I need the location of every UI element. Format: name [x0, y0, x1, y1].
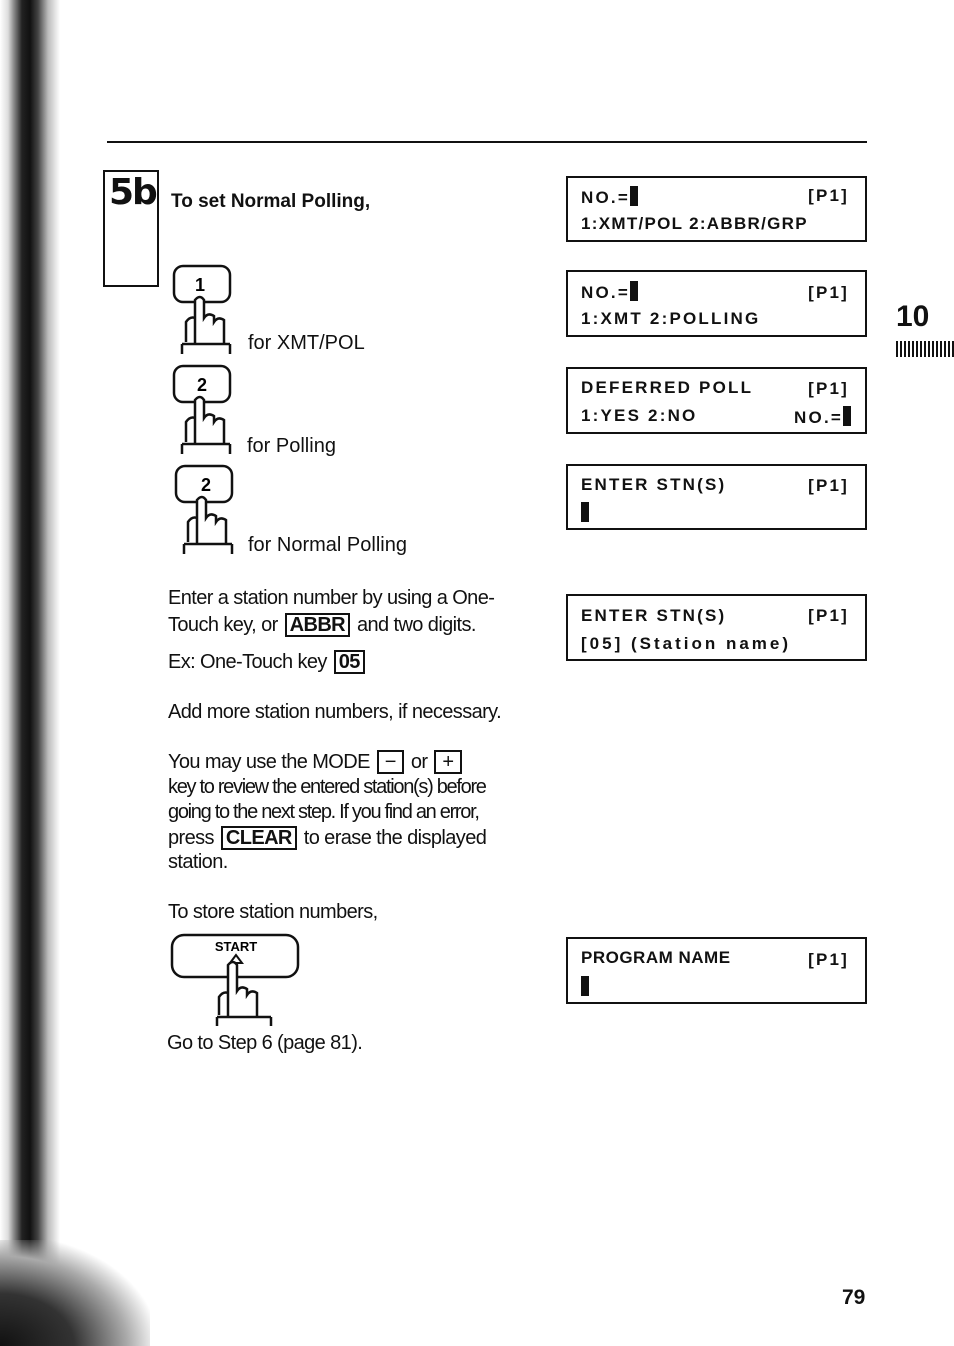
cursor-icon	[581, 976, 589, 996]
instruction-enter-line2: Touch key, or ABBR and two digits.	[168, 613, 476, 637]
key-label: 1	[195, 275, 205, 295]
scan-corner-shadow	[0, 1240, 150, 1346]
lcd-line1: NO.=	[581, 188, 630, 207]
lcd-display-2: NO.= [P1] 1:XMT 2:POLLING	[566, 270, 867, 337]
lcd-display-6: PROGRAM NAME [P1]	[566, 937, 867, 1004]
top-rule	[107, 141, 867, 143]
clear-key: CLEAR	[220, 826, 297, 850]
text: You may use the MODE	[168, 751, 370, 773]
lcd-line1: DEFERRED POLL	[581, 378, 754, 397]
text: press	[168, 827, 215, 849]
lcd-display-4: ENTER STN(S) [P1]	[566, 464, 867, 530]
text: or	[410, 751, 428, 773]
section-tab-number: 10	[896, 300, 930, 333]
instruction-review-line2: key to review the entered station(s) bef…	[168, 776, 487, 798]
instruction-example: Ex: One-Touch key 05	[168, 650, 367, 674]
text: Ex: One-Touch key	[168, 651, 327, 673]
lcd-program: [P1]	[808, 186, 849, 205]
step-heading: To set Normal Polling,	[171, 191, 371, 212]
key-press-2-icon: 2	[174, 464, 234, 554]
mode-plus-key: +	[434, 750, 462, 774]
instruction-goto: Go to Step 6 (page 81).	[167, 1032, 363, 1054]
section-tab-marker	[896, 341, 954, 357]
step-number: 5b	[109, 172, 158, 213]
key-3-description: for Normal Polling	[248, 534, 407, 556]
instruction-add-more: Add more station numbers, if necessary.	[168, 701, 502, 723]
lcd-program: [P1]	[808, 606, 849, 625]
text: Touch key, or	[168, 614, 278, 636]
text: to erase the displayed	[303, 827, 487, 849]
lcd-display-3: DEFERRED POLL [P1] 1:YES 2:NO NO.=	[566, 367, 867, 434]
start-key-press-icon: START	[170, 933, 300, 1026]
instruction-store: To store station numbers,	[168, 901, 378, 923]
instruction-review-line5: station.	[168, 851, 228, 873]
instruction-enter-line1: Enter a station number by using a One-	[168, 587, 495, 609]
instruction-review-line4: press CLEAR to erase the displayed	[168, 826, 487, 850]
lcd-program: [P1]	[808, 379, 849, 398]
key-2-description: for Polling	[247, 435, 336, 457]
lcd-line2: 1:XMT 2:POLLING	[581, 309, 761, 328]
cursor-icon	[581, 502, 589, 522]
key-1-description: for XMT/POL	[248, 332, 365, 354]
lcd-line2-right: NO.=	[794, 408, 843, 427]
key-press-2-icon: 2	[172, 364, 232, 454]
abbr-key: ABBR	[284, 613, 351, 637]
key-label: 2	[201, 475, 211, 495]
lcd-display-1: NO.= [P1] 1:XMT/POL 2:ABBR/GRP	[566, 176, 867, 242]
instruction-review-line1: You may use the MODE − or +	[168, 750, 464, 774]
lcd-line1: ENTER STN(S)	[581, 606, 727, 625]
lcd-line1: ENTER STN(S)	[581, 475, 727, 494]
text: and two digits.	[356, 614, 476, 636]
lcd-line2: [05] (Station name)	[581, 634, 792, 653]
lcd-line2: 1:XMT/POL 2:ABBR/GRP	[581, 214, 808, 233]
lcd-line1: NO.=	[581, 283, 630, 302]
instruction-review-line3: going to the next step. If you find an e…	[168, 801, 480, 823]
one-touch-05-key: 05	[333, 650, 365, 674]
cursor-icon	[629, 281, 638, 301]
lcd-program: [P1]	[808, 283, 849, 302]
cursor-icon	[843, 406, 851, 426]
start-key-label: START	[215, 939, 257, 954]
key-label: 2	[197, 375, 207, 395]
lcd-line1: PROGRAM NAME	[581, 948, 731, 967]
lcd-display-5: ENTER STN(S) [P1] [05] (Station name)	[566, 594, 867, 661]
mode-minus-key: −	[376, 750, 404, 774]
key-press-1-icon: 1	[172, 264, 232, 354]
lcd-line2: 1:YES 2:NO	[581, 406, 698, 425]
scan-binding-shadow	[0, 0, 60, 1346]
cursor-icon	[629, 186, 638, 206]
page-number: 79	[842, 1286, 866, 1309]
lcd-program: [P1]	[808, 950, 849, 969]
lcd-program: [P1]	[808, 476, 849, 495]
